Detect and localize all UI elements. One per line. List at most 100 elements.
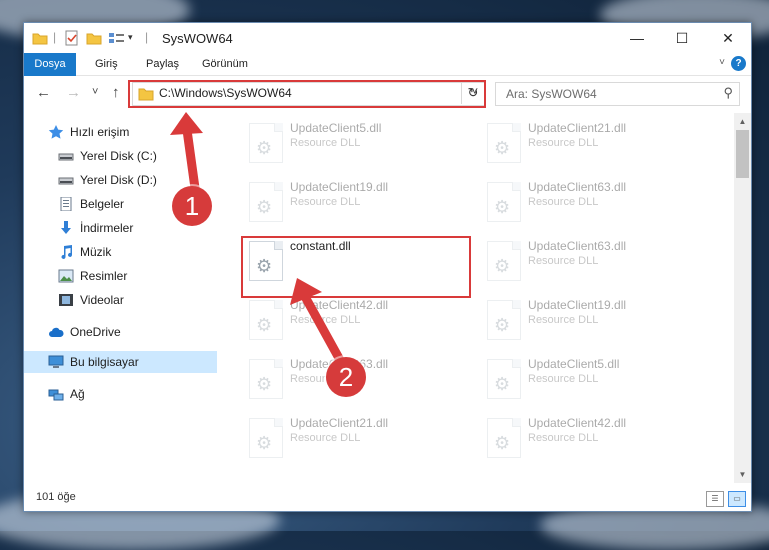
sidebar-item-label: Yerel Disk (D:) [80,173,157,187]
file-item[interactable]: ⚙ UpdateClient21.dll Resource DLL [239,414,469,464]
dll-file-icon: ⚙ [487,418,521,458]
videos-icon [59,294,73,306]
file-type: Resource DLL [528,314,599,326]
scroll-thumb[interactable] [736,130,749,178]
close-button[interactable]: ✕ [705,23,751,53]
properties-icon[interactable] [64,30,80,46]
window-title: SysWOW64 [162,31,233,46]
sidebar-item-onedrive[interactable]: OneDrive [48,321,208,343]
file-type: Resource DLL [290,432,361,444]
scroll-up-button[interactable]: ▲ [734,113,751,130]
file-item[interactable]: ⚙ UpdateClient19.dll Resource DLL [239,178,469,228]
new-folder-icon[interactable] [86,30,102,46]
file-name: UpdateClient63.dll [528,239,627,253]
pictures-icon [58,269,74,283]
sidebar-item-label: Yerel Disk (C:) [80,149,157,163]
minimize-button[interactable]: — [614,23,660,53]
title-bar: | ▾ | SysWOW64 — ☐ ✕ [24,23,751,53]
file-item[interactable]: ⚙ UpdateClient63.dll Resource DLL [477,178,707,228]
dll-file-icon: ⚙ [249,359,283,399]
chevron-down-icon[interactable]: ▾ [128,32,133,48]
file-item[interactable]: ⚙ UpdateClient42.dll Resource DLL [477,414,707,464]
separator: | [145,30,149,44]
drive-icon [58,177,74,185]
documents-icon [60,197,72,211]
file-name: UpdateClient21.dll [528,121,627,135]
forward-button[interactable]: → [66,84,81,101]
sidebar-item-label: OneDrive [70,325,121,339]
navigation-pane: Hızlı erişim Yerel Disk (C:) 📌 Yerel Dis… [24,113,248,483]
file-name: UpdateClient42.dll [528,416,627,430]
file-item[interactable]: ⚙ UpdateClient42.dll Resource DLL [239,296,469,346]
file-item[interactable]: ⚙ UpdateClient5.dll Resource DLL [239,119,469,169]
file-name: UpdateClient5.dll [290,121,382,135]
dll-file-icon: ⚙ [249,123,283,163]
computer-icon [48,355,64,368]
customize-toolbar-icon[interactable] [108,30,126,46]
dll-file-icon: ⚙ [487,241,521,281]
details-view-button[interactable]: ☰ [706,491,724,507]
search-placeholder: Ara: SysWOW64 [506,87,597,101]
sidebar-item-music[interactable]: Müzik 📌 [58,241,248,263]
dll-file-icon: ⚙ [487,300,521,340]
recent-locations-button[interactable]: ˅ [92,86,98,98]
sidebar-item-label: Hızlı erişim [70,125,130,139]
file-type: Resource DLL [290,137,361,149]
sidebar-item-videos[interactable]: Videolar 📌 [58,289,248,311]
file-name: UpdateClient42.dll [290,298,389,312]
sidebar-item-label: Videolar [80,293,124,307]
file-type: Resource DLL [290,314,361,326]
search-icon[interactable]: ⚲ [723,85,733,101]
sidebar-item-pictures[interactable]: Resimler 📌 [58,265,248,287]
file-type: Resource DLL [528,432,599,444]
file-item[interactable]: ⚙ UpdateClient5.dll Resource DLL [477,355,707,405]
step-2-badge: 2 [326,357,366,397]
tab-share[interactable]: Paylaş [146,53,179,75]
scroll-down-button[interactable]: ▼ [734,466,751,483]
file-item[interactable]: ⚙ UpdateClient63.dll Resource DLL [477,237,707,287]
file-name: UpdateClient19.dll [290,180,389,194]
sidebar-item-label: İndirmeler [80,221,134,235]
sidebar-item-this-pc[interactable]: Bu bilgisayar [48,351,208,373]
file-type: Resource DLL [528,255,599,267]
network-icon [48,389,64,401]
file-type: Resource DLL [528,137,599,149]
large-icons-view-button[interactable]: ▭ [728,491,746,507]
vertical-scrollbar[interactable]: ▲ ▼ [734,113,751,483]
sidebar-item-label: Resimler [80,269,128,283]
dll-file-icon: ⚙ [487,182,521,222]
sidebar-item-label: Bu bilgisayar [70,355,139,369]
address-highlight-box [128,80,486,108]
collapse-ribbon-icon[interactable]: ˅ [719,57,725,68]
tab-view[interactable]: Görünüm [202,53,248,75]
file-name: UpdateClient19.dll [528,298,627,312]
file-highlight-box [241,236,471,298]
search-box[interactable]: Ara: SysWOW64 ⚲ [495,82,740,106]
sidebar-item-label: Belgeler [80,197,125,211]
tab-home[interactable]: Giriş [95,53,118,75]
sidebar-item-quick-access[interactable]: Hızlı erişim [48,121,208,143]
drive-icon [58,153,74,161]
maximize-button[interactable]: ☐ [659,23,705,53]
file-item[interactable]: ⚙ UpdateClient21.dll Resource DLL [477,119,707,169]
cloud-icon [49,327,64,337]
help-icon[interactable]: ? [731,56,746,71]
file-type: Resource DLL [528,196,599,208]
sidebar-item-network[interactable]: Ağ [48,383,208,405]
folder-icon [32,33,48,45]
file-name: UpdateClient21.dll [290,416,389,430]
dll-file-icon: ⚙ [249,182,283,222]
file-type: Resource DLL [528,373,599,385]
dll-file-icon: ⚙ [487,359,521,399]
file-item[interactable]: ⚙ UpdateClient19.dll Resource DLL [477,296,707,346]
ribbon-tabs: Dosya Giriş Paylaş Görünüm ˅ ? [24,53,751,103]
up-button[interactable]: ↑ [112,84,120,101]
back-button[interactable]: ← [36,84,51,101]
downloads-icon [61,221,71,234]
sidebar-item-local-disk-c[interactable]: Yerel Disk (C:) 📌 [58,145,248,167]
file-list: ⚙ UpdateClient5.dll Resource DLL ⚙ Updat… [219,113,734,483]
star-icon [48,125,64,139]
step-1-badge: 1 [172,186,212,226]
separator: | [53,30,57,44]
status-bar: 101 öğe ☰ ▭ [24,486,751,511]
